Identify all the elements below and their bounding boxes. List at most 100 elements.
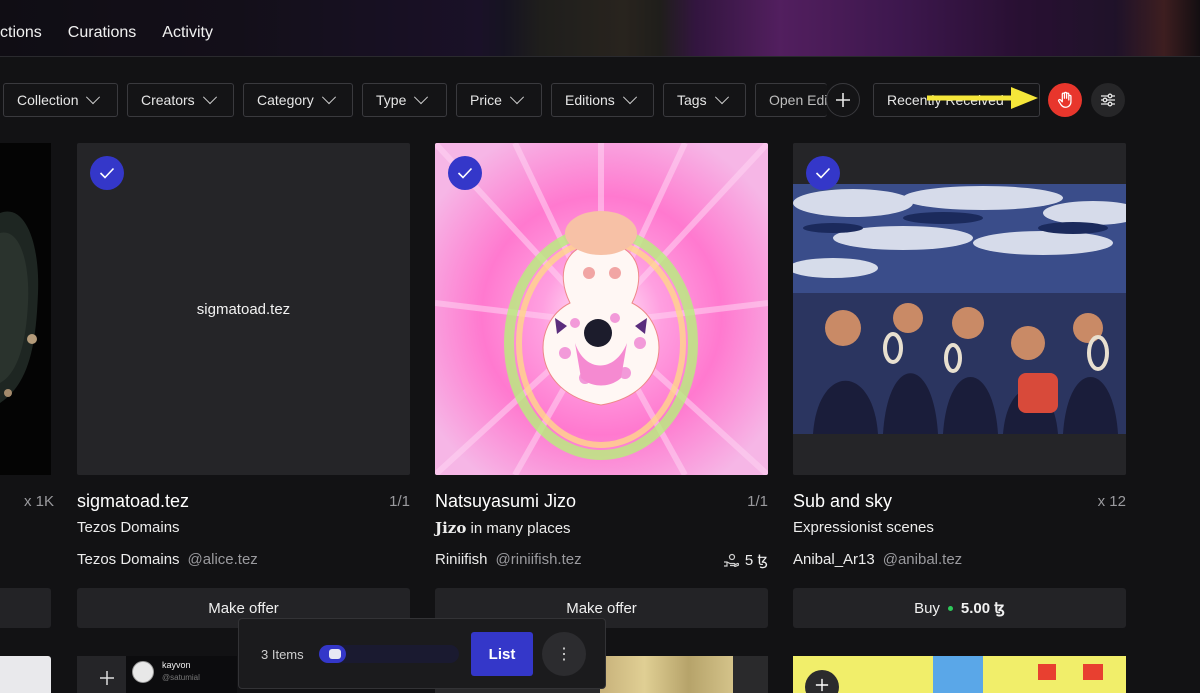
profile-handle: @satumial: [162, 673, 200, 682]
filter-collection[interactable]: Collection: [3, 83, 118, 117]
add-button[interactable]: [805, 670, 839, 693]
card-title[interactable]: Natsuyasumi Jizo: [435, 491, 576, 512]
card-collection[interactable]: Expressionist scenes: [793, 519, 934, 536]
status-dot: [947, 605, 953, 611]
filter-label: Editions: [565, 92, 615, 108]
card-thumbnail[interactable]: [435, 143, 768, 475]
card-edition: 1/1: [389, 493, 410, 510]
creator-handle: @riniifish.tez: [495, 551, 582, 568]
profile-name: kayvon: [162, 660, 191, 670]
card-creator[interactable]: Tezos Domains @alice.tez: [77, 551, 258, 568]
filter-tags[interactable]: Tags: [663, 83, 746, 117]
filter-creators[interactable]: Creators: [127, 83, 234, 117]
slider-thumb[interactable]: [329, 649, 341, 659]
button-label: Make offer: [566, 599, 637, 617]
check-icon: [457, 167, 473, 179]
selection-slider[interactable]: [319, 645, 459, 663]
partial-card-thumbnail[interactable]: [793, 656, 1126, 693]
hand-icon: [1057, 91, 1072, 108]
creator-name: Tezos Domains: [77, 551, 180, 568]
check-icon: [815, 167, 831, 179]
chevron-down-icon: [414, 90, 429, 105]
filter-label: Price: [470, 92, 502, 108]
card-collection[interactable]: Jizo in many places: [435, 519, 571, 537]
collection-rest: in many places: [466, 520, 571, 537]
partial-card-edition: x 1K: [24, 493, 55, 510]
last-sale-price: 5 ꜩ: [744, 552, 768, 569]
creator-name: Anibal_Ar13: [793, 551, 875, 568]
filter-label: Open Edi: [769, 92, 827, 108]
plus-icon: [99, 670, 115, 686]
chevron-down-icon: [321, 90, 336, 105]
chevron-down-icon: [202, 90, 217, 105]
hand-button[interactable]: [1048, 83, 1082, 117]
chevron-down-icon: [509, 90, 524, 105]
domain-name-text: sigmatoad.tez: [196, 300, 291, 318]
plus-icon: [836, 93, 850, 107]
artwork-image: [435, 143, 768, 475]
artwork-block: [933, 656, 983, 693]
card-title[interactable]: Sub and sky: [793, 491, 892, 512]
card-edition: 1/1: [747, 493, 768, 510]
card-thumbnail[interactable]: [793, 143, 1126, 475]
nav-item-activity[interactable]: Activity: [162, 24, 213, 42]
filter-category[interactable]: Category: [243, 83, 353, 117]
filter-label: Tags: [677, 92, 707, 108]
add-filter-button[interactable]: [826, 83, 860, 117]
card-edition: x 12: [1097, 493, 1126, 510]
selected-items-count: 3 Items: [261, 647, 304, 662]
card-title[interactable]: sigmatoad.tez: [77, 491, 189, 512]
more-options-button[interactable]: ⋮: [542, 632, 586, 676]
profile-preview: kayvon @satumial: [126, 656, 237, 693]
hand-coin-icon: [723, 553, 739, 567]
button-label: Buy: [914, 599, 940, 617]
filter-label: Category: [257, 92, 314, 108]
artwork-block: [1038, 664, 1056, 680]
collection-bold: Jizo: [435, 519, 467, 537]
sliders-icon: [1101, 93, 1115, 107]
nav-item-collections[interactable]: ctions: [0, 24, 42, 42]
top-banner: ctions Curations Activity: [0, 0, 1200, 57]
partial-card-action[interactable]: [0, 588, 51, 628]
chevron-down-icon: [86, 90, 101, 105]
nav-item-curations[interactable]: Curations: [68, 24, 136, 42]
filter-label: Collection: [17, 92, 79, 108]
selection-list-bar: 3 Items List ⋮: [238, 618, 606, 689]
filter-label: Type: [376, 92, 407, 108]
card-collection[interactable]: Tezos Domains: [77, 519, 180, 536]
card-creator[interactable]: Riniifish @riniifish.tez: [435, 551, 582, 568]
partial-card-thumbnail[interactable]: [0, 656, 51, 693]
annotation-arrow-icon: [927, 87, 1038, 109]
chevron-down-icon: [714, 90, 729, 105]
filter-open-editions[interactable]: Open Edi: [755, 83, 827, 117]
creator-handle: @alice.tez: [187, 551, 258, 568]
card-thumbnail[interactable]: sigmatoad.tez: [77, 143, 410, 475]
more-icon: ⋮: [556, 646, 572, 663]
artwork-image: [0, 143, 51, 475]
filter-price[interactable]: Price: [456, 83, 542, 117]
artwork-image: [600, 656, 733, 693]
card-creator[interactable]: Anibal_Ar13 @anibal.tez: [793, 551, 962, 568]
selected-check[interactable]: [90, 156, 124, 190]
filter-label: Creators: [141, 92, 195, 108]
sliders-button[interactable]: [1091, 83, 1125, 117]
artwork-block: [1083, 664, 1103, 680]
artwork-image: [793, 143, 1126, 475]
buy-button[interactable]: Buy 5.00 ꜩ: [793, 588, 1126, 628]
chevron-down-icon: [622, 90, 637, 105]
button-label: Make offer: [208, 599, 279, 617]
button-label: List: [488, 645, 516, 663]
selected-check[interactable]: [806, 156, 840, 190]
filter-type[interactable]: Type: [362, 83, 447, 117]
filter-editions[interactable]: Editions: [551, 83, 654, 117]
creator-name: Riniifish: [435, 551, 488, 568]
partial-card-thumbnail[interactable]: [0, 143, 51, 475]
list-button[interactable]: List: [471, 632, 533, 676]
check-icon: [99, 167, 115, 179]
partial-card-thumbnail[interactable]: kayvon @satumial: [77, 656, 237, 693]
top-nav: ctions Curations Activity: [0, 24, 213, 42]
selected-check[interactable]: [448, 156, 482, 190]
last-sale: 5 ꜩ: [723, 551, 768, 569]
buy-price: 5.00 ꜩ: [960, 600, 1005, 617]
avatar: [132, 661, 154, 683]
